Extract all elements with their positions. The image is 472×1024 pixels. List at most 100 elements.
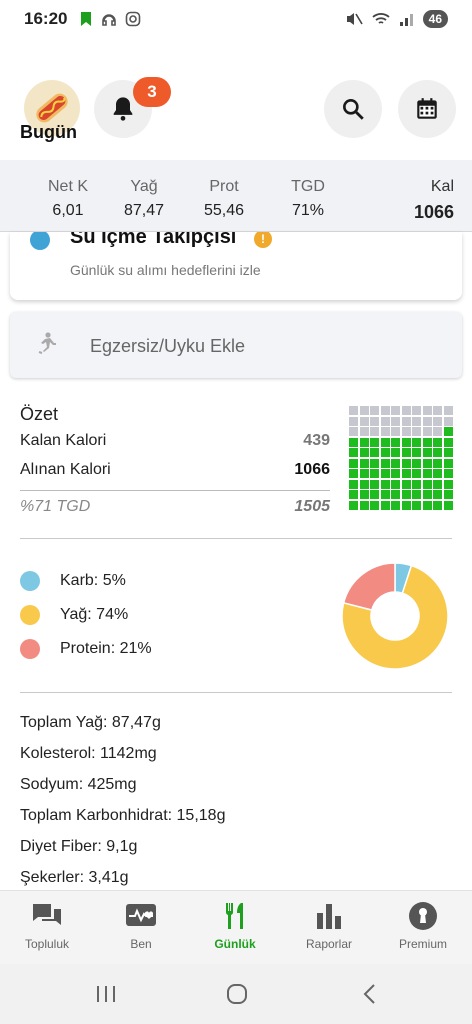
waffle-cell bbox=[443, 437, 453, 447]
nav-reports[interactable]: Raporlar bbox=[282, 891, 376, 965]
nutrient-fiber: Diyet Fiber: 9,1g bbox=[20, 838, 138, 855]
waffle-cell bbox=[401, 458, 411, 468]
waffle-cell bbox=[359, 448, 369, 457]
waffle-cell bbox=[349, 406, 358, 415]
waffle-cell bbox=[401, 437, 411, 447]
waffle-cell bbox=[412, 437, 421, 447]
waffle-cell bbox=[422, 479, 432, 489]
nutrient-total-fat: Toplam Yağ: 87,47g bbox=[20, 714, 161, 731]
waffle-cell bbox=[349, 479, 358, 489]
calendar-icon bbox=[417, 98, 437, 119]
waffle-cell bbox=[412, 469, 421, 478]
nutrient-sodium: Sodyum: 425mg bbox=[20, 776, 137, 793]
macro-summary-strip[interactable]: Net K 6,01 Yağ 87,47 Prot 55,46 TGD 71% … bbox=[0, 160, 472, 232]
calendar-button[interactable] bbox=[398, 80, 456, 138]
fat-label: Yağ: 74% bbox=[60, 606, 129, 623]
waffle-cell bbox=[412, 490, 421, 499]
carbs-color-dot bbox=[20, 571, 40, 591]
waffle-cell bbox=[380, 490, 390, 499]
protein-color-dot bbox=[20, 639, 40, 659]
add-exercise-sleep-button[interactable]: Egzersiz/Uyku Ekle bbox=[10, 312, 462, 378]
waffle-cell bbox=[422, 500, 432, 510]
waffle-cell bbox=[349, 469, 358, 478]
premium-lock-icon: ! bbox=[254, 232, 272, 248]
waffle-cell bbox=[359, 427, 369, 436]
keyhole-icon bbox=[409, 902, 437, 930]
section-divider bbox=[20, 538, 452, 539]
waffle-cell bbox=[443, 458, 453, 468]
bar-chart-icon bbox=[317, 904, 341, 929]
waffle-cell bbox=[401, 490, 411, 499]
chat-icon bbox=[33, 904, 61, 925]
legend-fat: Yağ: 74% bbox=[20, 605, 128, 625]
waffle-cell bbox=[349, 437, 358, 447]
waffle-cell bbox=[401, 416, 411, 426]
waffle-cell bbox=[380, 406, 390, 415]
waffle-cell bbox=[391, 427, 400, 436]
water-tracker-card[interactable]: Su İçme Takipçisi ! Günlük su alımı hede… bbox=[10, 232, 462, 300]
waffle-cell bbox=[422, 416, 432, 426]
waffle-cell bbox=[380, 500, 390, 510]
waffle-cell bbox=[391, 458, 400, 468]
add-exercise-sleep-label: Egzersiz/Uyku Ekle bbox=[90, 336, 246, 356]
nav-premium[interactable]: Premium bbox=[376, 891, 470, 965]
waffle-cell bbox=[349, 416, 358, 426]
status-notification-icons bbox=[79, 11, 141, 27]
fork-knife-icon bbox=[225, 903, 243, 929]
nav-label: Topluluk bbox=[24, 937, 70, 951]
waffle-cell bbox=[433, 458, 442, 468]
nutrient-total-carbs: Toplam Karbonhidrat: 15,18g bbox=[20, 807, 226, 824]
macro-net-carbs: Net K 6,01 bbox=[38, 178, 98, 220]
macro-value: 87,47 bbox=[123, 202, 165, 219]
nav-label: Ben bbox=[130, 937, 152, 951]
nav-label: Günlük bbox=[214, 937, 256, 951]
waffle-cell bbox=[443, 448, 453, 457]
waffle-cell bbox=[349, 427, 358, 436]
macro-value: 1066 bbox=[413, 202, 454, 222]
waffle-cell bbox=[380, 437, 390, 447]
nav-diary[interactable]: Günlük bbox=[188, 891, 282, 965]
waffle-cell bbox=[370, 427, 379, 436]
summary-divider bbox=[20, 490, 330, 491]
water-tracker-title: Su İçme Takipçisi bbox=[70, 232, 237, 248]
macro-donut-chart bbox=[341, 562, 449, 670]
nav-me[interactable]: Ben bbox=[94, 891, 188, 965]
waffle-cell bbox=[370, 500, 379, 510]
waffle-cell bbox=[422, 448, 432, 457]
waffle-cell bbox=[359, 479, 369, 489]
waffle-cell bbox=[422, 406, 432, 415]
home-icon[interactable] bbox=[225, 982, 249, 1006]
back-icon[interactable] bbox=[358, 982, 382, 1006]
signal-icon bbox=[399, 14, 413, 26]
waffle-cell bbox=[391, 500, 400, 510]
nav-community[interactable]: Topluluk bbox=[0, 891, 94, 965]
bottom-navigation: Topluluk Ben Günlük Raporlar Premium bbox=[0, 890, 472, 964]
waffle-cell bbox=[443, 406, 453, 415]
waffle-cell bbox=[370, 490, 379, 499]
waffle-cell bbox=[422, 490, 432, 499]
calorie-summary: Özet Kalan Kalori 439 Alınan Kalori 1066… bbox=[20, 404, 453, 515]
waffle-cell bbox=[401, 448, 411, 457]
macro-value: 55,46 bbox=[203, 202, 245, 219]
macro-fat: Yağ 87,47 bbox=[114, 178, 174, 220]
waffle-cell bbox=[422, 458, 432, 468]
waffle-cell bbox=[433, 416, 442, 426]
macro-calories: Kal 1066 bbox=[390, 178, 454, 223]
waffle-cell bbox=[359, 490, 369, 499]
fat-color-dot bbox=[20, 605, 40, 625]
tgd-row: %71 TGD 1505 bbox=[20, 498, 330, 516]
water-drop-icon bbox=[30, 232, 50, 250]
search-button[interactable] bbox=[324, 80, 382, 138]
status-time: 16:20 bbox=[24, 9, 68, 28]
waffle-cell bbox=[391, 469, 400, 478]
instagram-icon bbox=[126, 11, 141, 27]
waffle-cell bbox=[412, 500, 421, 510]
waffle-cell bbox=[380, 479, 390, 489]
calorie-waffle-chart bbox=[349, 406, 453, 510]
waffle-cell bbox=[412, 427, 421, 436]
notification-count-badge: 3 bbox=[133, 77, 171, 107]
section-divider bbox=[20, 692, 452, 693]
macro-protein: Prot 55,46 bbox=[194, 178, 254, 220]
waffle-cell bbox=[422, 427, 432, 436]
recent-apps-icon[interactable] bbox=[94, 982, 118, 1006]
